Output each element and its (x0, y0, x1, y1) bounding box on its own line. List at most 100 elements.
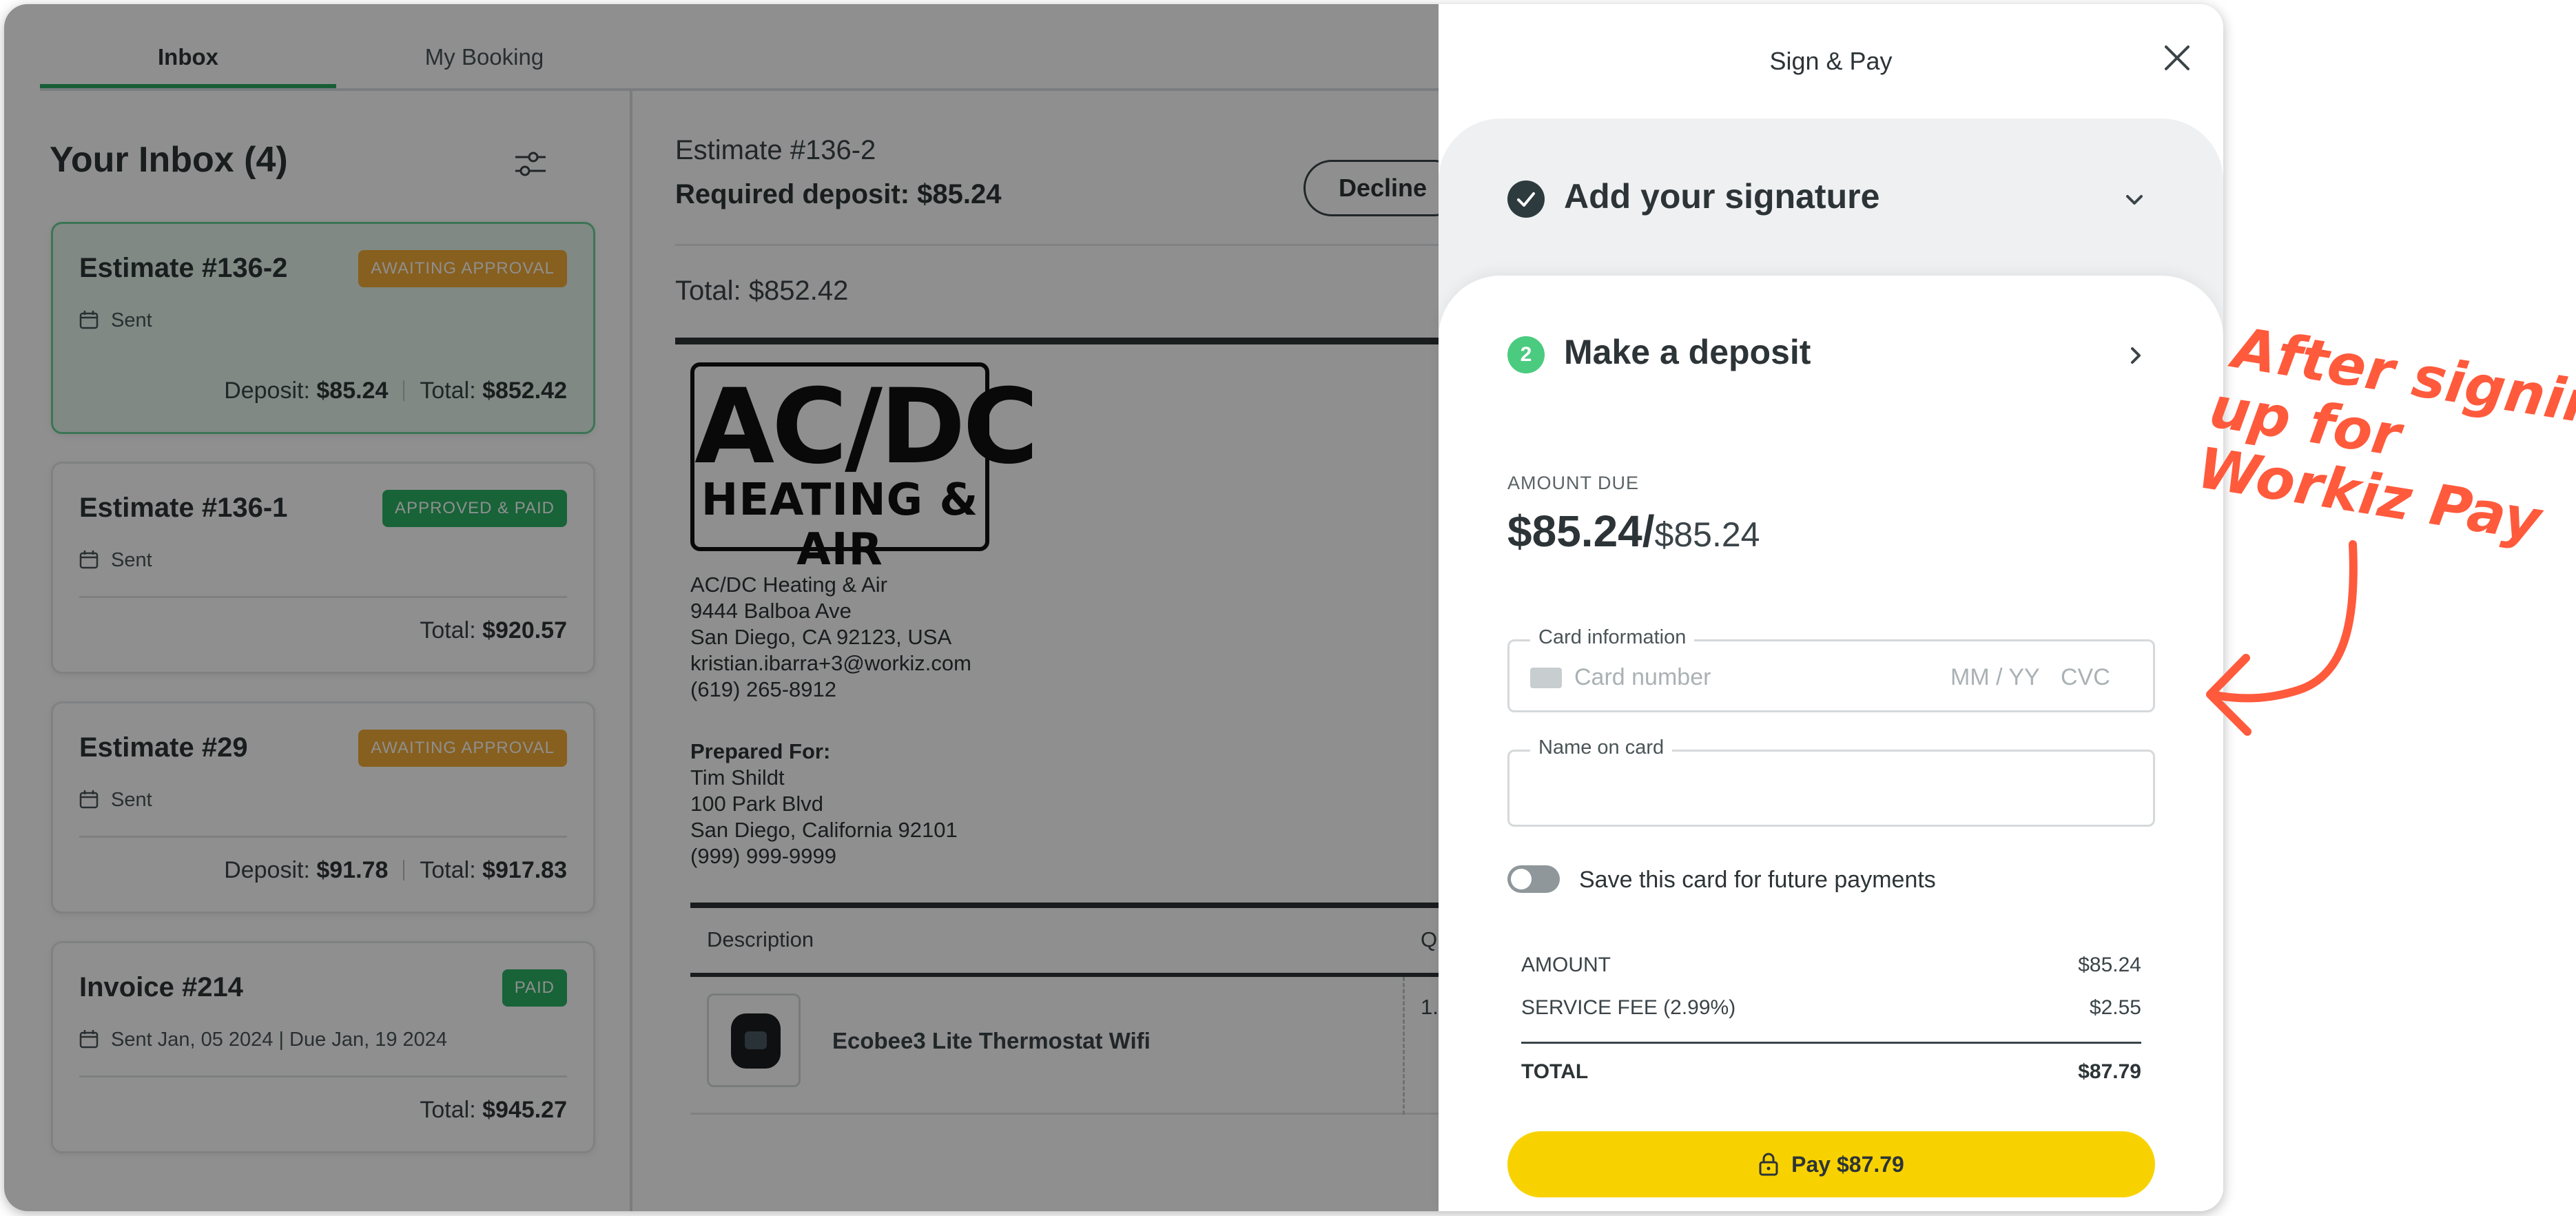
credit-card-icon (1530, 668, 1562, 688)
inbox-item-title: Estimate #136-2 (79, 253, 288, 283)
column-divider (1403, 977, 1405, 1115)
pay-button[interactable]: Pay $87.79 (1507, 1131, 2155, 1197)
calendar-icon (79, 550, 99, 569)
inbox-item-estimate-136-2[interactable]: Estimate #136-2 AWAITING APPROVAL Sent D… (51, 222, 595, 434)
summary-row-service-fee: SERVICE FEE (2.99%) $2.55 (1521, 987, 2141, 1029)
total-label: Total: (420, 378, 476, 404)
step-title: Add your signature (1564, 177, 1880, 216)
inbox-item-title: Estimate #29 (79, 732, 248, 763)
inbox-title: Your Inbox (4) (50, 140, 288, 180)
close-icon[interactable] (2158, 39, 2196, 77)
product-image (707, 993, 801, 1087)
status-badge: PAID (502, 969, 567, 1007)
item-name: Ecobee3 Lite Thermostat Wifi (832, 1028, 1151, 1053)
total-value: $945.27 (482, 1097, 567, 1123)
name-on-card-label: Name on card (1530, 736, 1673, 759)
card-amounts: Deposit: $85.24 Total: $852.42 (224, 378, 567, 404)
customer-portal: Inbox My Booking Your Inbox (4) Estimate… (4, 4, 1467, 1211)
prepared-for-label: Prepared For: (690, 739, 831, 763)
sent-label: Sent (111, 309, 152, 331)
total-value: $87.79 (2078, 1060, 2141, 1083)
inbox-item-invoice-214[interactable]: Invoice #214 PAID Sent Jan, 05 2024 | Du… (51, 941, 595, 1153)
card-information-label: Card information (1530, 626, 1695, 649)
items-table-header: Description Q (690, 903, 1467, 977)
save-card-toggle[interactable] (1507, 865, 1560, 893)
company-info: AC/DC Heating & Air 9444 Balboa Ave San … (690, 572, 971, 703)
sent-status: Sent (79, 549, 152, 572)
handwritten-annotation: After signing up for Workiz Pay (2193, 303, 2576, 799)
save-card-label: Save this card for future payments (1579, 867, 1936, 893)
status-badge: APPROVED & PAID (382, 490, 567, 527)
amount-due-of: $85.24 (1654, 515, 1760, 554)
column-quantity: Q (1421, 927, 1438, 951)
summary-value: $2.55 (2089, 996, 2141, 1019)
company-logo: AC/DC HEATING & AIR (690, 362, 1039, 575)
deposit-value: $91.78 (316, 857, 389, 883)
summary-label: AMOUNT (1521, 954, 1611, 976)
total-value: $852.42 (482, 378, 567, 404)
total-label: Total: (420, 857, 476, 883)
expiry-input[interactable] (1950, 659, 2054, 695)
step-number: 2 (1507, 336, 1545, 373)
cvc-input[interactable] (2061, 659, 2136, 695)
chevron-right-icon[interactable] (2122, 342, 2150, 369)
name-on-card-input[interactable] (1530, 772, 2130, 811)
total-value: $920.57 (482, 617, 567, 643)
amount-separator (403, 380, 405, 401)
amount-due-value: $85.24/ (1507, 506, 1655, 556)
chevron-down-icon[interactable] (2121, 186, 2148, 214)
divider (79, 1075, 567, 1078)
card-amounts: Total: $945.27 (420, 1097, 567, 1124)
sent-label: Sent (111, 789, 152, 811)
amount-due-label: AMOUNT DUE (1507, 473, 1640, 493)
inbox-item-estimate-136-1[interactable]: Estimate #136-1 APPROVED & PAID Sent Tot… (51, 462, 595, 674)
estimate-document: AC/DC HEATING & AIR AC/DC Heating & Air … (675, 338, 1467, 1211)
total-label: TOTAL (1521, 1060, 1589, 1083)
client-city: San Diego, California 92101 (690, 818, 958, 842)
amount-due: $85.24/$85.24 (1507, 506, 1760, 557)
company-street: 9444 Balboa Ave (690, 599, 852, 623)
client-name: Tim Shildt (690, 765, 785, 790)
sent-status: Sent (79, 309, 152, 332)
thermostat-screen (745, 1031, 767, 1049)
card-amounts: Deposit: $91.78 Total: $917.83 (224, 857, 567, 884)
summary-row-total: TOTAL $87.79 (1521, 1042, 2141, 1084)
inbox-item-estimate-29[interactable]: Estimate #29 AWAITING APPROVAL Sent Depo… (51, 701, 595, 914)
prepared-for: Prepared For: Tim Shildt 100 Park Blvd S… (690, 739, 958, 869)
logo-wordmark: AC/DC (694, 367, 1039, 487)
tab-my-booking[interactable]: My Booking (336, 32, 632, 88)
app-window: Inbox My Booking Your Inbox (4) Estimate… (4, 4, 2223, 1211)
divider (79, 596, 567, 598)
inbox-item-title: Invoice #214 (79, 972, 243, 1002)
summary-label: SERVICE FEE (2.99%) (1521, 996, 1736, 1019)
toggle-knob (1511, 869, 1532, 889)
total-value: $917.83 (482, 857, 567, 883)
column-description: Description (707, 927, 814, 951)
name-on-card-field: Name on card (1507, 736, 2155, 827)
tab-inbox[interactable]: Inbox (40, 32, 336, 88)
panel-title: Sign & Pay (1769, 47, 1893, 75)
client-street: 100 Park Blvd (690, 792, 823, 816)
estimate-total: Total: $852.42 (675, 276, 849, 306)
filter-icon[interactable] (513, 146, 548, 182)
inbox-column: Your Inbox (4) Estimate #136-2 AWAITING … (4, 91, 632, 1211)
sent-label: Sent Jan, 05 2024 | Due Jan, 19 2024 (111, 1029, 448, 1051)
estimate-number: Estimate #136-2 (675, 135, 876, 165)
divider (79, 836, 567, 838)
step-make-deposit: 2 Make a deposit AMOUNT DUE $85.24/$85.2… (1439, 276, 2223, 1211)
summary-value: $85.24 (2078, 954, 2141, 976)
sign-and-pay-panel: Sign & Pay Add your signature 2 Make a d… (1439, 4, 2223, 1211)
check-icon (1507, 181, 1545, 218)
required-deposit: Required deposit: $85.24 (675, 179, 1002, 209)
card-number-input[interactable] (1574, 659, 1919, 695)
calendar-icon (79, 311, 99, 329)
step-title: Make a deposit (1564, 333, 1811, 371)
client-phone: (999) 999-9999 (690, 844, 836, 868)
company-name: AC/DC Heating & Air (690, 573, 887, 597)
summary-row-amount: AMOUNT $85.24 (1521, 944, 2141, 987)
tab-bar: Inbox My Booking (40, 32, 1439, 91)
divider (675, 244, 1439, 246)
curved-arrow-icon (2206, 540, 2358, 736)
deposit-value: $85.24 (316, 378, 389, 404)
card-amounts: Total: $920.57 (420, 617, 567, 644)
